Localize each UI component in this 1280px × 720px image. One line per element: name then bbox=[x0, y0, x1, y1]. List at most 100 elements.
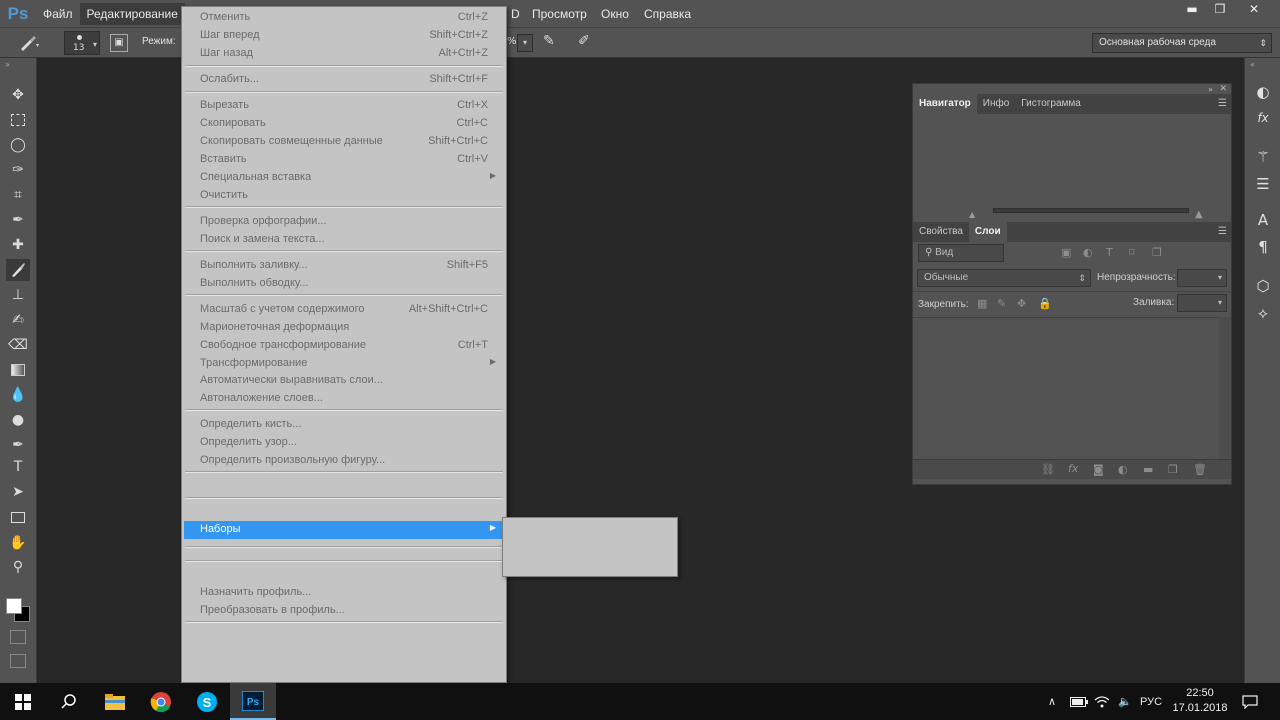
layers-list[interactable] bbox=[913, 317, 1219, 459]
menu-item-fill[interactable]: Выполнить заливку... Shift+F5 bbox=[184, 257, 504, 275]
notifications-icon[interactable] bbox=[1242, 683, 1258, 720]
menu-item-puppet-warp[interactable]: Марионеточная деформация bbox=[184, 319, 504, 337]
menu-window[interactable]: Окно bbox=[594, 3, 636, 25]
paragraph-icon[interactable]: ¶ bbox=[1251, 235, 1275, 259]
fx-icon[interactable]: fx bbox=[1068, 462, 1078, 475]
menu-item-define-pattern[interactable]: Определить узор... bbox=[184, 434, 504, 452]
layer-filter-select[interactable]: ⚲ Вид bbox=[918, 244, 1004, 262]
filter-shape-icon[interactable]: ⌑ bbox=[1129, 246, 1135, 259]
new-adjustment-icon[interactable]: ◐ bbox=[1118, 463, 1128, 476]
menu-item-assign-profile[interactable]: Назначить профиль... bbox=[184, 584, 504, 602]
photoshop-logo[interactable]: Ps bbox=[0, 0, 36, 27]
wifi-icon[interactable] bbox=[1094, 683, 1110, 720]
close-panels-icon[interactable]: ✕ bbox=[1219, 84, 1227, 94]
tab-properties[interactable]: Свойства bbox=[913, 222, 969, 242]
menu-item-transform[interactable]: Трансформирование ▶ bbox=[184, 355, 504, 373]
pen-tool-icon[interactable]: ✒ bbox=[6, 434, 30, 456]
menu-item-auto-align[interactable]: Автоматически выравнивать слои... bbox=[184, 372, 504, 390]
opacity-dropdown-icon[interactable]: ▾ bbox=[517, 34, 533, 52]
move-tool-icon[interactable]: ✥ bbox=[6, 84, 30, 106]
quick-mask-icon[interactable] bbox=[10, 630, 26, 644]
zoom-slider[interactable] bbox=[993, 208, 1189, 213]
menu-file[interactable]: Файл bbox=[36, 3, 80, 25]
eraser-tool-icon[interactable]: ⌫ bbox=[6, 334, 30, 356]
menu-item-free-transform[interactable]: Свободное трансформирование Ctrl+T bbox=[184, 337, 504, 355]
battery-icon[interactable] bbox=[1070, 683, 1088, 720]
photoshop-taskbar-icon[interactable]: Ps bbox=[230, 683, 276, 720]
lock-transparent-icon[interactable]: ▦ bbox=[977, 297, 987, 310]
collapse-panels-icon[interactable]: » bbox=[1208, 85, 1213, 94]
tab-navigator[interactable]: Навигатор bbox=[913, 94, 977, 114]
tab-histogram[interactable]: Гистограмма bbox=[1015, 94, 1087, 114]
menu-item-convert-to-profile[interactable]: Преобразовать в профиль... bbox=[184, 602, 504, 620]
menu-item-paste[interactable]: Вставить Ctrl+V bbox=[184, 151, 504, 169]
skype-icon[interactable]: S bbox=[184, 683, 230, 720]
gradient-tool-icon[interactable] bbox=[6, 359, 30, 381]
add-mask-icon[interactable]: ◙ bbox=[1093, 463, 1104, 476]
clone-stamp-tool-icon[interactable]: ⊥ bbox=[6, 284, 30, 306]
eyedropper-tool-icon[interactable]: ✒ bbox=[6, 209, 30, 231]
menu-item-step-backward[interactable]: Шаг назад Alt+Ctrl+Z bbox=[184, 45, 504, 63]
menu-item-clear[interactable]: Очистить bbox=[184, 187, 504, 205]
panel-menu-icon[interactable]: ☰ bbox=[1218, 226, 1227, 237]
zoom-in-icon[interactable]: ▲ bbox=[1195, 209, 1203, 220]
lock-all-icon[interactable]: 🔒 bbox=[1038, 297, 1052, 310]
menu-item-find-replace[interactable]: Поиск и замена текста... bbox=[184, 231, 504, 249]
paths-icon[interactable]: ⟡ bbox=[1251, 301, 1275, 325]
menu-item-copy-merged[interactable]: Скопировать совмещенные данные Shift+Ctrl… bbox=[184, 133, 504, 151]
path-selection-tool-icon[interactable]: ➤ bbox=[6, 481, 30, 503]
brush-preset-picker[interactable]: 13 ▾ bbox=[64, 31, 100, 55]
panel-menu-icon[interactable]: ☰ bbox=[1218, 98, 1227, 109]
new-layer-icon[interactable]: ❐ bbox=[1168, 463, 1178, 476]
menu-item-step-forward[interactable]: Шаг вперед Shift+Ctrl+Z bbox=[184, 27, 504, 45]
brush-tool-icon[interactable] bbox=[6, 259, 30, 281]
windows-start-icon[interactable] bbox=[0, 683, 46, 720]
healing-brush-tool-icon[interactable]: ✚ bbox=[6, 234, 30, 256]
tablet-pressure-icon[interactable]: ✐ bbox=[578, 33, 590, 49]
menu-item-presets[interactable]: Наборы ▶ bbox=[184, 521, 504, 539]
blend-mode-select[interactable]: Обычные ⇕ bbox=[917, 269, 1091, 287]
brush-tool-icon[interactable] bbox=[18, 34, 40, 56]
new-group-icon[interactable]: ▬ bbox=[1143, 463, 1153, 476]
menu-item-auto-blend[interactable]: Автоналожение слоев... bbox=[184, 390, 504, 408]
chrome-icon[interactable] bbox=[138, 683, 184, 720]
tab-info[interactable]: Инфо bbox=[977, 94, 1016, 114]
clock[interactable]: 22:50 17.01.2018 bbox=[1172, 686, 1228, 716]
layers-scrollbar[interactable] bbox=[1219, 317, 1231, 459]
opacity-input[interactable]: ▾ bbox=[1177, 269, 1227, 287]
menu-view[interactable]: Просмотр bbox=[525, 3, 594, 25]
menu-partial-d[interactable]: D bbox=[504, 3, 527, 25]
menu-item-undo[interactable]: Отменить Ctrl+Z bbox=[184, 9, 504, 27]
menu-item-define-brush[interactable]: Определить кисть... bbox=[184, 416, 504, 434]
menu-item-stroke[interactable]: Выполнить обводку... bbox=[184, 275, 504, 293]
workspace-select[interactable]: Основная рабочая среда ⇕ bbox=[1092, 33, 1272, 53]
brush-presets-icon[interactable]: ⚚ bbox=[1251, 145, 1275, 169]
presets-submenu[interactable] bbox=[502, 517, 678, 577]
menu-item-paste-special[interactable]: Специальная вставка ▶ bbox=[184, 169, 504, 187]
lock-position-icon[interactable]: ✥ bbox=[1017, 297, 1026, 310]
menu-help[interactable]: Справка bbox=[637, 3, 698, 25]
language-indicator[interactable]: РУС bbox=[1140, 683, 1162, 720]
airbrush-pressure-icon[interactable]: ✎ bbox=[543, 33, 555, 49]
zoom-out-icon[interactable]: ▲ bbox=[969, 210, 975, 219]
brush-panel-toggle-icon[interactable]: ▣ bbox=[110, 34, 128, 52]
menu-edit[interactable]: Редактирование bbox=[79, 2, 185, 25]
lasso-tool-icon[interactable]: ◯ bbox=[6, 134, 30, 156]
history-brush-tool-icon[interactable]: ✍ bbox=[6, 309, 30, 331]
filter-adjustment-icon[interactable]: ◐ bbox=[1083, 246, 1093, 259]
volume-icon[interactable]: 🔈 bbox=[1118, 683, 1132, 720]
menu-item-content-aware-scale[interactable]: Масштаб с учетом содержимого Alt+Shift+Ct… bbox=[184, 301, 504, 319]
channels-sliders-icon[interactable]: ☰ bbox=[1251, 172, 1275, 196]
adjustments-icon[interactable]: ◐ bbox=[1251, 80, 1275, 104]
file-explorer-icon[interactable] bbox=[92, 683, 138, 720]
menu-item-copy[interactable]: Скопировать Ctrl+C bbox=[184, 115, 504, 133]
screen-mode-icon[interactable] bbox=[10, 654, 26, 668]
character-icon[interactable]: A bbox=[1251, 208, 1275, 232]
foreground-color-swatch[interactable] bbox=[6, 598, 22, 614]
crop-tool-icon[interactable]: ⌗ bbox=[6, 184, 30, 206]
menu-item-cut[interactable]: Вырезать Ctrl+X bbox=[184, 97, 504, 115]
quick-select-tool-icon[interactable]: ✑ bbox=[6, 159, 30, 181]
marquee-tool-icon[interactable] bbox=[6, 109, 30, 131]
expand-dock-icon[interactable]: « bbox=[1250, 60, 1255, 69]
zoom-tool-icon[interactable]: ⚲ bbox=[6, 556, 30, 578]
